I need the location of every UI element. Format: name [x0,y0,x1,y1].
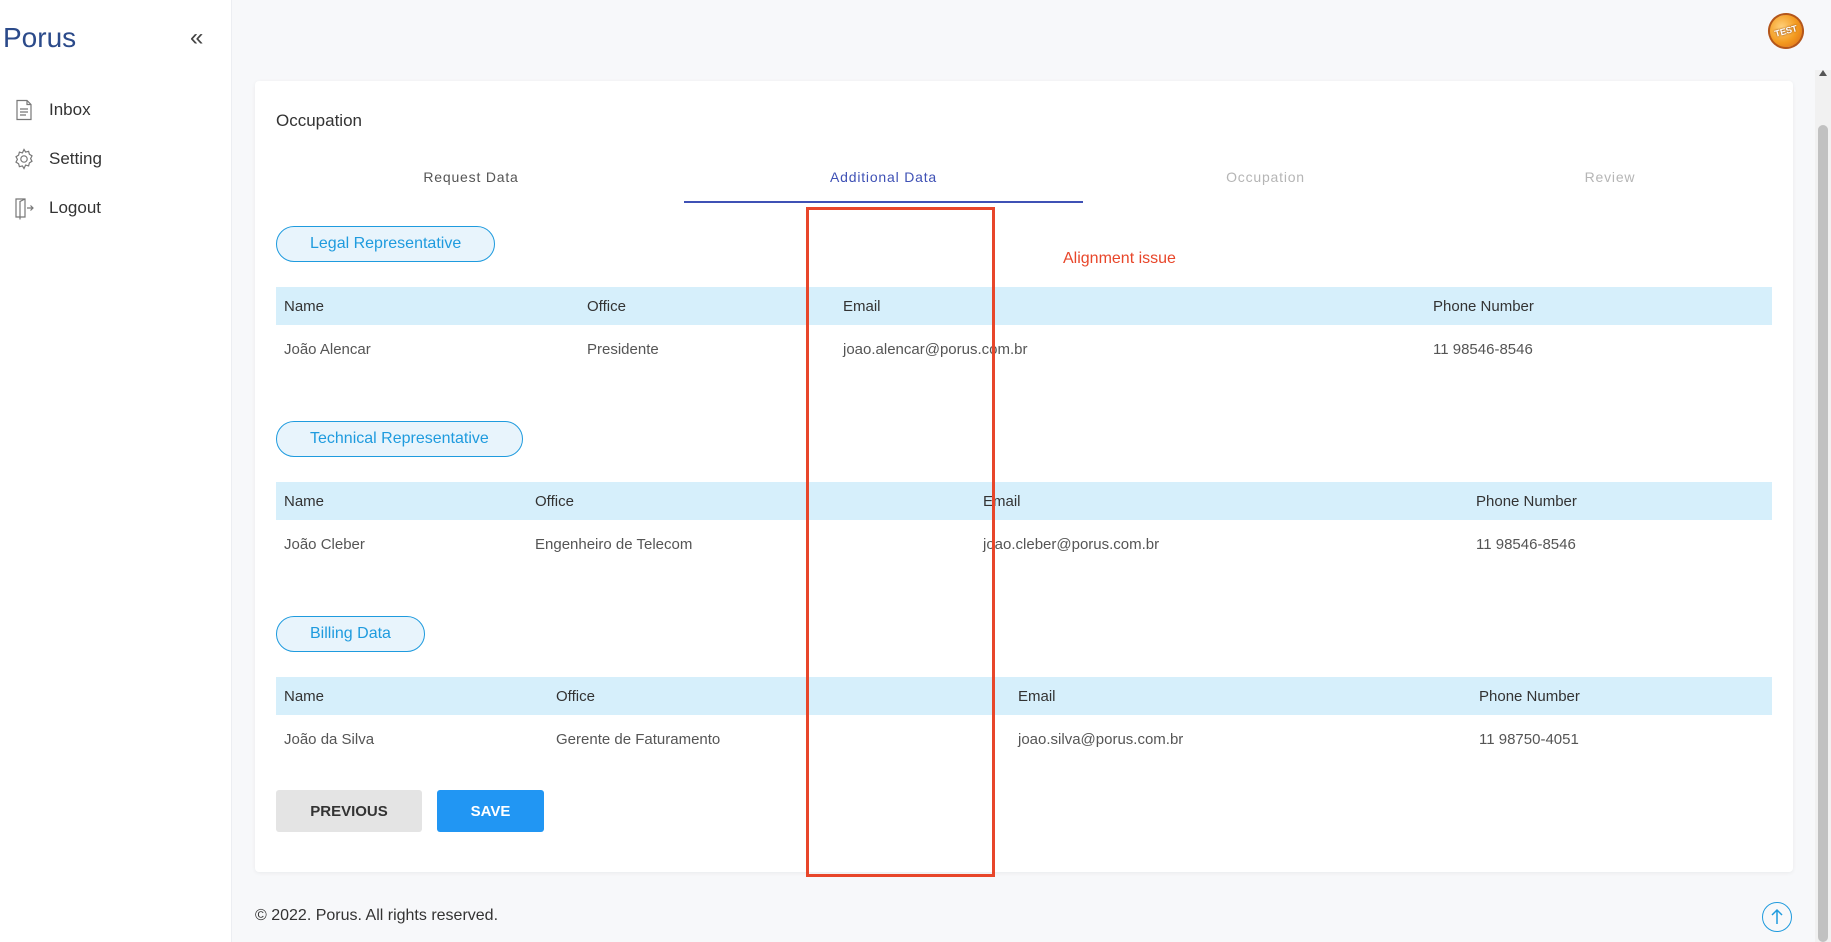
footer-copyright: © 2022. Porus. All rights reserved. [255,907,499,924]
table-header: Name Office Email Phone Number [276,482,1772,520]
table-row: João da Silva Gerente de Faturamento joa… [276,715,1772,763]
cell-office: Presidente [587,340,659,358]
step-additional-data[interactable]: Additional Data [684,161,1083,203]
cell-phone: 11 98750-4051 [1479,730,1579,748]
arrow-up-icon [1771,908,1783,924]
sidebar-item-logout[interactable]: Logout [0,183,232,232]
user-avatar[interactable]: TEST [1763,8,1809,54]
sidebar-nav: Inbox Setting Logout [0,85,232,232]
cell-office: Gerente de Faturamento [556,730,721,748]
cell-name: João Alencar [284,340,371,358]
table-row: João Cleber Engenheiro de Telecom joao.c… [276,520,1772,568]
section-pill: Technical Representative [276,421,523,457]
column-header-office: Office [535,492,574,510]
document-icon [12,98,36,122]
column-header-name: Name [284,687,325,705]
column-header-name: Name [284,297,325,315]
page-title: Occupation [276,111,362,130]
cell-name: João da Silva [284,730,375,748]
collapse-sidebar-icon[interactable]: « [190,26,203,50]
sidebar: Porus « Inbox Setting Logout [0,0,232,942]
cell-email: joao.silva@porus.com.br [1018,730,1184,748]
column-header-phone: Phone Number [1479,687,1580,705]
cell-phone: 11 98546-8546 [1433,340,1533,358]
brand-logo[interactable]: Porus [3,22,76,54]
section-pill: Billing Data [276,616,425,652]
logout-icon [12,196,36,220]
cell-phone: 11 98546-8546 [1476,535,1576,553]
sidebar-item-inbox[interactable]: Inbox [0,85,232,134]
column-header-name: Name [284,492,325,510]
sidebar-item-setting[interactable]: Setting [0,134,232,183]
scroll-up-icon[interactable] [1819,70,1827,76]
step-request-data[interactable]: Request Data [276,161,666,203]
save-button[interactable]: SAVE [437,790,544,832]
gear-icon [12,147,36,171]
cell-office: Engenheiro de Telecom [535,535,693,553]
cell-email: joao.cleber@porus.com.br [983,535,1160,553]
annotation-label: Alignment issue [1063,250,1176,267]
section-pill: Legal Representative [276,226,496,262]
sidebar-item-label: Inbox [49,99,91,119]
sidebar-item-label: Setting [49,148,102,168]
column-header-email: Email [1018,687,1056,705]
table-row: João Alencar Presidente joao.alencar@por… [276,325,1772,373]
column-header-phone: Phone Number [1476,492,1577,510]
scroll-to-top-button[interactable] [1762,902,1792,932]
step-occupation[interactable]: Occupation [1083,161,1448,203]
step-review[interactable]: Review [1448,161,1772,203]
table-header: Name Office Email Phone Number [276,287,1772,325]
column-header-office: Office [587,297,626,315]
annotation-highlight-box [806,207,995,877]
table-header: Name Office Email Phone Number [276,677,1772,715]
cell-name: João Cleber [284,535,365,553]
sidebar-item-label: Logout [49,197,101,217]
column-header-office: Office [556,687,595,705]
form-card: Occupation Request Data Additional Data … [255,81,1793,872]
scrollbar-thumb[interactable] [1818,125,1828,942]
page-scrollbar[interactable] [1815,70,1831,942]
column-header-phone: Phone Number [1433,297,1534,315]
previous-button[interactable]: PREVIOUS [276,790,422,832]
stepper: Request Data Additional Data Occupation … [276,161,1772,203]
